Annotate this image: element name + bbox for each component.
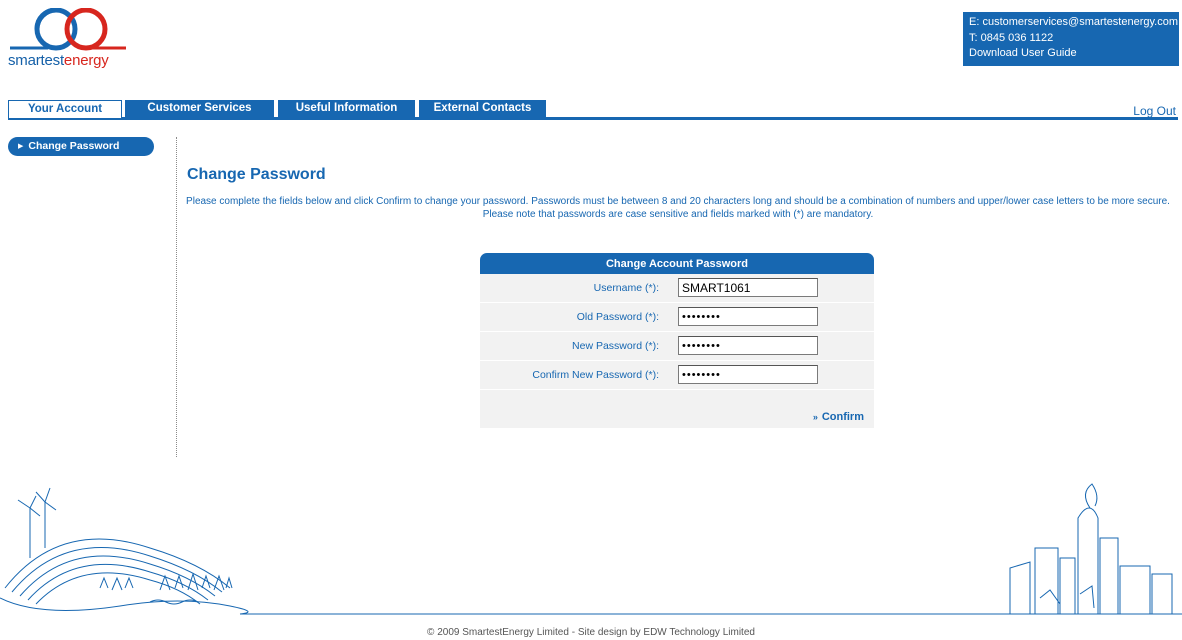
logo: smartestenergy xyxy=(8,7,138,70)
sidebar-divider xyxy=(176,137,177,457)
form-actions: » Confirm xyxy=(480,407,874,428)
sidebar-item-change-password[interactable]: ▶ Change Password xyxy=(8,137,154,156)
footer-copyright: © 2009 SmartestEnergy Limited - Site des… xyxy=(427,627,755,638)
download-user-guide-link[interactable]: Download User Guide xyxy=(969,46,1179,62)
confirm-button[interactable]: » Confirm xyxy=(813,411,864,423)
form-spacer-row xyxy=(480,390,874,407)
old-password-field[interactable] xyxy=(678,307,818,326)
double-chevron-down-icon: » xyxy=(812,412,818,422)
contact-box: E: customerservices@smartestenergy.com T… xyxy=(963,12,1179,66)
logout-link[interactable]: Log Out xyxy=(1133,104,1176,118)
logo-mark-icon xyxy=(10,7,126,51)
logo-wordmark: smartestenergy xyxy=(8,52,109,69)
confirm-password-label: Confirm New Password (*): xyxy=(532,369,659,381)
username-label: Username (*): xyxy=(593,282,659,294)
form-row-username: Username (*): xyxy=(480,274,874,303)
new-password-label: New Password (*): xyxy=(572,340,659,352)
tab-your-account[interactable]: Your Account xyxy=(8,100,122,118)
sidebar-item-label: Change Password xyxy=(28,140,120,152)
footer-landscape-illustration xyxy=(0,483,1182,615)
form-row-confirm-password: Confirm New Password (*): xyxy=(480,361,874,390)
triangle-right-icon: ▶ xyxy=(18,143,24,150)
tab-customer-services[interactable]: Customer Services xyxy=(125,100,274,117)
form-header: Change Account Password xyxy=(480,253,874,274)
form-row-old-password: Old Password (*): xyxy=(480,303,874,332)
page-description: Please complete the fields below and cli… xyxy=(186,196,1170,220)
change-password-form: Change Account Password Username (*): Ol… xyxy=(480,253,874,438)
tab-external-contacts[interactable]: External Contacts xyxy=(419,100,546,117)
old-password-label: Old Password (*): xyxy=(576,311,659,323)
main-nav-tabs: Your Account Customer Services Useful In… xyxy=(8,100,1178,118)
tab-useful-information[interactable]: Useful Information xyxy=(278,100,415,117)
tab-bar-underline xyxy=(8,117,1178,120)
username-field[interactable] xyxy=(678,278,818,297)
new-password-field[interactable] xyxy=(678,336,818,355)
page-title: Change Password xyxy=(187,166,326,183)
confirm-password-field[interactable] xyxy=(678,365,818,384)
form-row-new-password: New Password (*): xyxy=(480,332,874,361)
contact-phone: T: 0845 036 1122 xyxy=(969,31,1054,44)
confirm-label: Confirm xyxy=(821,411,864,423)
contact-email[interactable]: E: customerservices@smartestenergy.com xyxy=(969,15,1179,31)
